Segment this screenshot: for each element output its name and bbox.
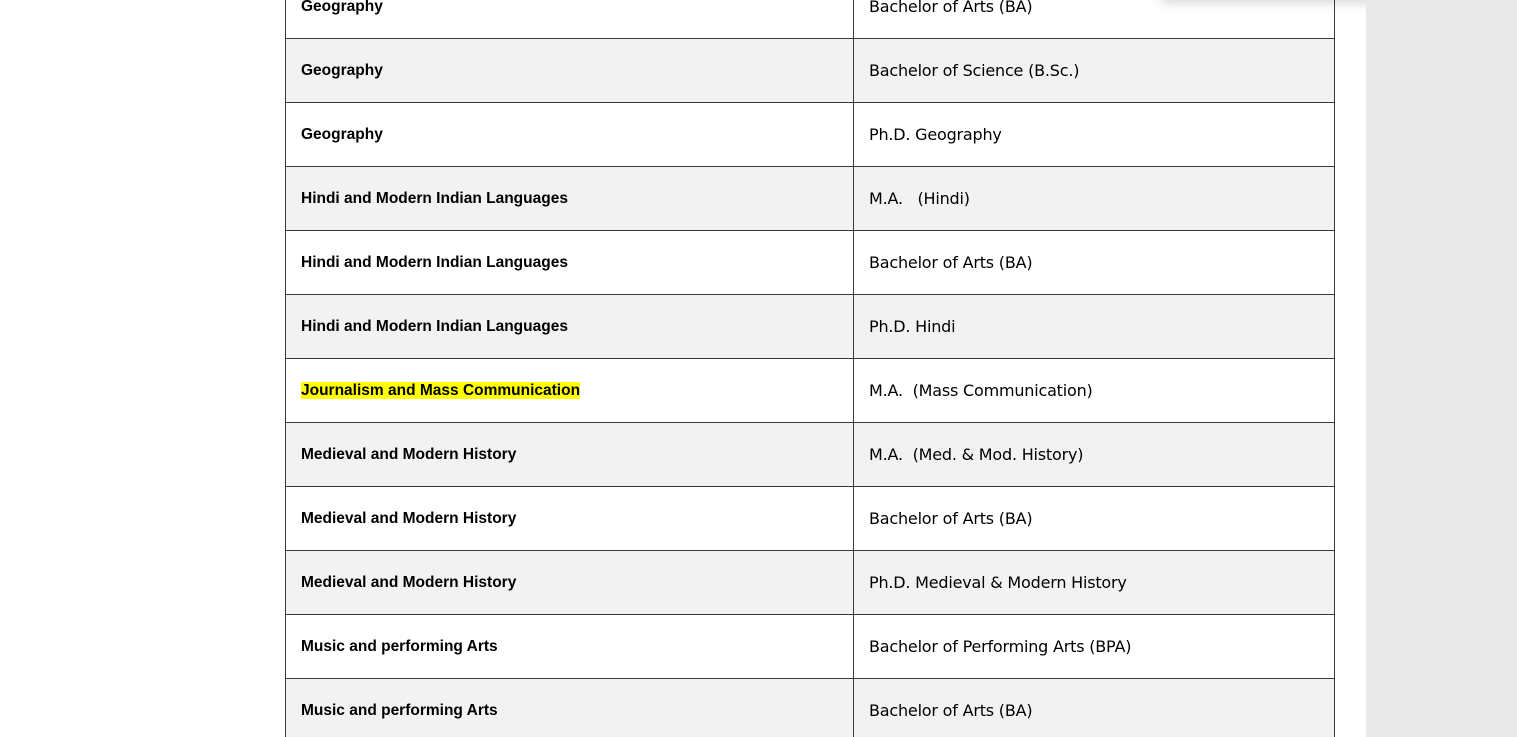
- course-cell: M.A. (Hindi): [853, 166, 1335, 231]
- department-cell: Geography: [285, 0, 854, 39]
- table-row: Journalism and Mass Communication M.A. (…: [285, 358, 1335, 423]
- table-row: Hindi and Modern Indian Languages Ph.D. …: [285, 294, 1335, 359]
- department-text: Hindi and Modern Indian Languages: [301, 317, 568, 335]
- course-text: Bachelor of Science (B.Sc.): [869, 61, 1080, 80]
- course-cell: Ph.D. Geography: [853, 102, 1335, 167]
- courses-table-container: Geography Bachelor of Arts (BA) Geograph…: [285, 0, 1335, 737]
- page-gutter: [1366, 0, 1517, 737]
- department-text: Geography: [301, 61, 383, 79]
- course-text: Bachelor of Performing Arts (BPA): [869, 637, 1132, 656]
- course-text: Ph.D. Geography: [869, 125, 1002, 144]
- department-cell: Hindi and Modern Indian Languages: [285, 230, 854, 295]
- department-text: Hindi and Modern Indian Languages: [301, 189, 568, 207]
- course-cell: Bachelor of Arts (BA): [853, 678, 1335, 737]
- course-cell: M.A. (Med. & Mod. History): [853, 422, 1335, 487]
- course-cell: M.A. (Mass Communication): [853, 358, 1335, 423]
- department-cell: Medieval and Modern History: [285, 550, 854, 615]
- table-row: Geography Bachelor of Arts (BA): [285, 0, 1335, 39]
- document-page: Geography Bachelor of Arts (BA) Geograph…: [0, 0, 1517, 737]
- courses-table: Geography Bachelor of Arts (BA) Geograph…: [285, 0, 1335, 737]
- department-cell: Hindi and Modern Indian Languages: [285, 166, 854, 231]
- department-text: Music and performing Arts: [301, 637, 498, 655]
- department-cell: Geography: [285, 38, 854, 103]
- department-cell: Music and performing Arts: [285, 678, 854, 737]
- table-row: Geography Ph.D. Geography: [285, 102, 1335, 167]
- course-text: Ph.D. Hindi: [869, 317, 956, 336]
- course-text: M.A. (Hindi): [869, 189, 970, 208]
- department-text: Medieval and Modern History: [301, 445, 517, 463]
- course-cell: Bachelor of Arts (BA): [853, 486, 1335, 551]
- table-row: Medieval and Modern History M.A. (Med. &…: [285, 422, 1335, 487]
- course-text: M.A. (Med. & Mod. History): [869, 445, 1084, 464]
- department-text: Music and performing Arts: [301, 701, 498, 719]
- department-text: Medieval and Modern History: [301, 509, 517, 527]
- course-text: Ph.D. Medieval & Modern History: [869, 573, 1127, 592]
- table-row: Geography Bachelor of Science (B.Sc.): [285, 38, 1335, 103]
- department-text: Geography: [301, 125, 383, 143]
- course-cell: Bachelor of Arts (BA): [853, 230, 1335, 295]
- department-cell: Hindi and Modern Indian Languages: [285, 294, 854, 359]
- course-text: Bachelor of Arts (BA): [869, 253, 1033, 272]
- course-text: M.A. (Mass Communication): [869, 381, 1093, 400]
- course-text: Bachelor of Arts (BA): [869, 509, 1033, 528]
- table-row: Medieval and Modern History Bachelor of …: [285, 486, 1335, 551]
- course-cell: Bachelor of Science (B.Sc.): [853, 38, 1335, 103]
- course-text: Bachelor of Arts (BA): [869, 701, 1033, 720]
- department-cell: Music and performing Arts: [285, 614, 854, 679]
- department-cell: Medieval and Modern History: [285, 486, 854, 551]
- course-cell: Bachelor of Arts (BA): [853, 0, 1335, 39]
- department-text-highlighted: Journalism and Mass Communication: [301, 381, 581, 399]
- department-text: Medieval and Modern History: [301, 573, 517, 591]
- course-cell: Ph.D. Medieval & Modern History: [853, 550, 1335, 615]
- department-cell: Medieval and Modern History: [285, 422, 854, 487]
- table-row: Medieval and Modern History Ph.D. Mediev…: [285, 550, 1335, 615]
- course-text: Bachelor of Arts (BA): [869, 0, 1033, 16]
- department-text: Geography: [301, 0, 383, 15]
- table-row: Hindi and Modern Indian Languages Bachel…: [285, 230, 1335, 295]
- course-cell: Ph.D. Hindi: [853, 294, 1335, 359]
- course-cell: Bachelor of Performing Arts (BPA): [853, 614, 1335, 679]
- department-cell: Journalism and Mass Communication: [285, 358, 854, 423]
- department-cell: Geography: [285, 102, 854, 167]
- department-text: Hindi and Modern Indian Languages: [301, 253, 568, 271]
- table-row: Hindi and Modern Indian Languages M.A. (…: [285, 166, 1335, 231]
- table-row: Music and performing Arts Bachelor of Ar…: [285, 678, 1335, 737]
- table-row: Music and performing Arts Bachelor of Pe…: [285, 614, 1335, 679]
